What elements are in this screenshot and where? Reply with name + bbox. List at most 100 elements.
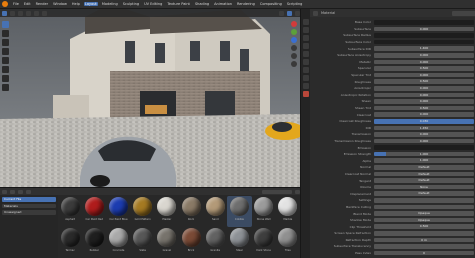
material-thumbnail[interactable]: Asphalt — [58, 196, 82, 227]
menu-item[interactable]: Shading — [194, 2, 210, 6]
transform-tool-icon[interactable] — [2, 66, 9, 73]
menu-item[interactable]: Compositing — [259, 2, 283, 6]
property-field[interactable]: 0.030 — [374, 118, 474, 124]
material-thumbnail[interactable]: Cobble — [227, 196, 252, 227]
property-field[interactable] — [374, 33, 474, 38]
property-field[interactable]: 0 m — [374, 237, 474, 243]
asset-library-item[interactable]: Materials — [2, 203, 56, 208]
property-field[interactable]: Opaque — [374, 211, 474, 216]
property-field[interactable] — [374, 20, 474, 25]
physics-tab-icon[interactable] — [302, 83, 309, 89]
material-thumbnail[interactable]: Gravel — [155, 227, 179, 258]
material-thumbnail[interactable]: Stone Wall — [252, 196, 276, 227]
camera-view-icon[interactable] — [291, 61, 297, 67]
property-field[interactable]: 1.000 — [374, 158, 474, 164]
material-thumbnail[interactable]: Slate — [131, 227, 155, 258]
property-field[interactable]: 0.000 — [374, 26, 474, 32]
property-field[interactable]: 0.500 — [374, 105, 474, 111]
y-axis-icon[interactable] — [291, 29, 297, 35]
property-field[interactable]: 0.000 — [374, 132, 474, 137]
annotate-tool-icon[interactable] — [2, 75, 9, 82]
material-thumbnail[interactable]: Car Paint Blue — [106, 196, 130, 227]
menu-item[interactable]: Edit — [23, 2, 32, 6]
tool-tab-icon[interactable] — [302, 19, 309, 25]
editor-type-button[interactable] — [2, 10, 7, 16]
property-field[interactable]: 0 — [374, 250, 474, 256]
properties-search-input[interactable] — [452, 10, 475, 16]
cursor-tool-icon[interactable] — [2, 30, 9, 37]
property-field[interactable]: 1.450 — [374, 125, 474, 131]
material-thumbnail[interactable]: Car Paint Red — [82, 196, 106, 227]
material-thumbnail[interactable]: Rubber — [82, 227, 106, 258]
property-field[interactable]: 0.000 — [374, 92, 474, 98]
property-field[interactable]: 0.500 — [374, 224, 474, 229]
material-thumbnail[interactable]: Concrete — [106, 227, 130, 258]
material-tab-icon[interactable] — [302, 91, 309, 97]
property-field[interactable]: None — [374, 184, 474, 190]
select-menu-button[interactable] — [26, 10, 31, 16]
property-field[interactable] — [374, 145, 474, 150]
property-field[interactable]: Default — [374, 191, 474, 197]
property-field[interactable]: 0.000 — [374, 99, 474, 104]
material-thumbnail[interactable]: Plaster — [155, 196, 179, 227]
property-field[interactable]: 0.000 — [374, 52, 474, 58]
menu-item[interactable]: Render — [35, 2, 49, 6]
modifier-tab-icon[interactable] — [302, 75, 309, 81]
property-field[interactable] — [374, 244, 474, 249]
select-menu-button[interactable] — [18, 189, 23, 194]
view-menu-button[interactable] — [18, 10, 23, 16]
asset-library-item[interactable]: Current File — [2, 197, 56, 202]
menu-item[interactable]: UV Editing — [143, 2, 163, 6]
property-field[interactable]: Default — [374, 165, 474, 170]
object-tab-icon[interactable] — [302, 67, 309, 73]
zoom-icon[interactable] — [291, 45, 297, 51]
material-thumbnail[interactable]: Tiles — [276, 227, 300, 258]
property-field[interactable]: 0.000 — [374, 59, 474, 65]
material-thumbnail[interactable]: Brick — [179, 227, 203, 258]
material-thumbnail[interactable]: Marble — [276, 196, 300, 227]
menu-item[interactable]: Layout — [83, 2, 98, 6]
material-thumbnail[interactable]: Granite — [203, 227, 227, 258]
menu-item[interactable]: Texture Paint — [166, 2, 191, 6]
menu-item[interactable]: File — [12, 2, 20, 6]
property-field[interactable] — [374, 231, 474, 236]
menu-item[interactable]: Animation — [213, 2, 233, 6]
object-mode-button[interactable] — [10, 10, 15, 16]
rotate-tool-icon[interactable] — [2, 48, 9, 55]
render-tab-icon[interactable] — [302, 27, 309, 33]
property-field[interactable]: 0.000 — [374, 138, 474, 144]
property-field[interactable] — [374, 198, 474, 203]
output-tab-icon[interactable] — [302, 35, 309, 41]
property-field[interactable]: 0.000 — [374, 85, 474, 91]
property-field[interactable]: 0.000 — [374, 112, 474, 117]
property-field[interactable]: 1.000 — [374, 151, 474, 157]
material-thumbnail[interactable]: Gold Pattern — [131, 196, 155, 227]
view-menu-button[interactable] — [10, 189, 15, 194]
material-thumbnail[interactable]: Steel — [227, 227, 251, 258]
asset-search-input[interactable] — [262, 189, 292, 194]
editor-type-icon[interactable] — [313, 10, 318, 16]
asset-library-item[interactable]: Unassigned — [2, 210, 56, 215]
move-tool-icon[interactable] — [2, 39, 9, 46]
z-axis-icon[interactable] — [291, 37, 297, 43]
material-thumbnail[interactable]: Dark Stone — [252, 227, 276, 258]
blender-logo-icon[interactable] — [2, 1, 8, 7]
menu-item[interactable]: Modeling — [101, 2, 119, 6]
property-field[interactable]: 1.400 — [374, 46, 474, 51]
menu-item[interactable]: Rendering — [236, 2, 256, 6]
property-field[interactable]: Default — [374, 178, 474, 183]
property-field[interactable]: 0.500 — [374, 79, 474, 84]
x-axis-icon[interactable] — [291, 21, 297, 27]
select-tool-icon[interactable] — [2, 21, 9, 28]
menu-item[interactable]: Scripting — [286, 2, 304, 6]
pan-icon[interactable] — [291, 53, 297, 59]
material-thumbnail[interactable]: Tarmac — [58, 227, 82, 258]
menu-item[interactable]: Window — [52, 2, 68, 6]
shading-solid-button[interactable] — [279, 10, 284, 16]
overlay-button[interactable] — [295, 10, 300, 16]
add-menu-button[interactable] — [34, 10, 39, 16]
menu-item[interactable]: Sculpting — [122, 2, 140, 6]
property-field[interactable]: Opaque — [374, 217, 474, 223]
catalog-menu-button[interactable] — [26, 189, 31, 194]
shading-rendered-button[interactable] — [287, 10, 292, 16]
